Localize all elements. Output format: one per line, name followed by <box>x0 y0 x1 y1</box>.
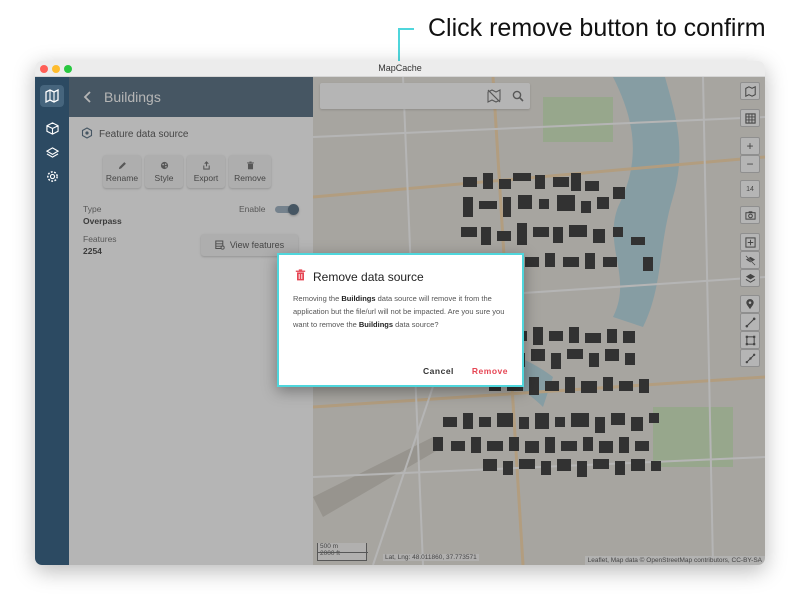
annotation-caption: Click remove button to confirm <box>428 14 766 42</box>
nav-projects-cube-icon[interactable] <box>40 117 64 139</box>
dialog-header: Remove data source <box>295 268 424 286</box>
nav-rail <box>35 77 69 565</box>
confirm-remove-button[interactable]: Remove <box>472 366 508 376</box>
screenshot-stage: Click remove button to confirm MapCache <box>0 0 800 600</box>
dialog-layer-name: Buildings <box>341 294 376 303</box>
title-bar: MapCache <box>35 61 765 77</box>
remove-data-source-dialog: Remove data source Removing the Building… <box>277 253 524 387</box>
app-logo-icon <box>40 85 64 107</box>
dialog-message: Removing the Buildings data source will … <box>293 294 505 329</box>
callout-line-horizontal <box>398 28 414 30</box>
window-title: MapCache <box>378 63 422 73</box>
nav-layers-icon[interactable] <box>40 141 64 163</box>
dialog-layer-name: Buildings <box>358 320 394 329</box>
trash-icon <box>295 268 306 286</box>
dialog-title: Remove data source <box>313 270 424 284</box>
cancel-button[interactable]: Cancel <box>423 366 454 376</box>
dialog-actions: Cancel Remove <box>423 366 508 376</box>
nav-settings-gear-icon[interactable] <box>40 165 64 187</box>
